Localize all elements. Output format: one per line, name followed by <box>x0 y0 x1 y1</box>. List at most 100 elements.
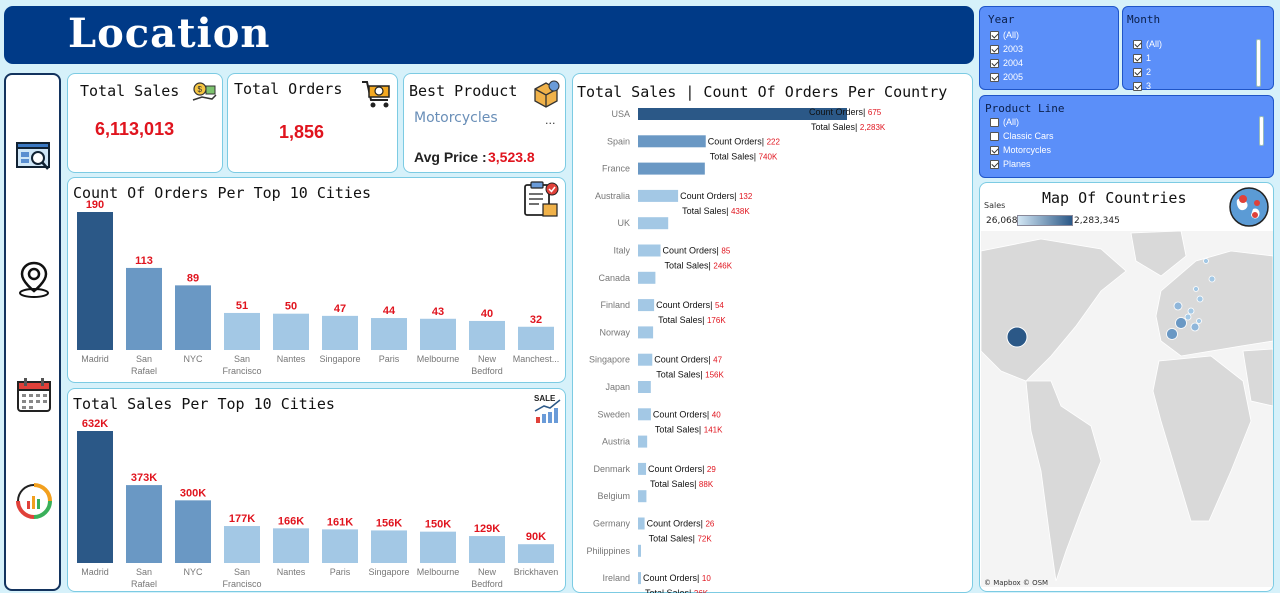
country-bar[interactable] <box>638 572 641 585</box>
country-bar[interactable] <box>638 326 654 339</box>
bar-1-4[interactable] <box>273 313 309 350</box>
category-label: Francisco <box>222 366 261 376</box>
year-filter: Year (All) 2003 2004 2005 <box>979 6 1119 90</box>
checkbox[interactable] <box>990 159 999 169</box>
country-bar[interactable] <box>638 244 661 257</box>
bar-1-2[interactable] <box>175 285 211 350</box>
country-label: Norway <box>599 327 630 337</box>
checkbox[interactable] <box>1133 81 1142 91</box>
country-bar[interactable] <box>638 162 705 175</box>
bar-2-9[interactable] <box>518 544 554 563</box>
filter-option[interactable]: (All) <box>990 117 1019 127</box>
bar-2-1[interactable] <box>126 485 162 563</box>
bar-2-3[interactable] <box>224 526 260 563</box>
country-bar[interactable] <box>638 189 679 202</box>
more-options-icon[interactable]: ... <box>545 114 556 127</box>
category-label: Madrid <box>81 354 109 364</box>
month-filter-scrollbar[interactable] <box>1256 39 1261 87</box>
bar-1-6[interactable] <box>371 318 407 350</box>
bar-1-0[interactable] <box>77 212 113 350</box>
category-label: Brickhaven <box>514 567 559 577</box>
checkbox[interactable] <box>1133 67 1142 77</box>
country-label: Philippines <box>586 546 630 556</box>
bar-value-label: 89 <box>187 272 199 284</box>
country-bar[interactable] <box>638 435 648 448</box>
kpi-total-sales-value: 6,113,013 <box>95 119 175 139</box>
world-map[interactable] <box>981 231 1273 587</box>
checkbox[interactable] <box>1133 53 1142 63</box>
product-line-scrollbar[interactable] <box>1259 116 1264 146</box>
bar-2-4[interactable] <box>273 528 309 563</box>
category-label: San <box>234 354 250 364</box>
bar-2-6[interactable] <box>371 530 407 563</box>
filter-option[interactable]: 3 <box>1133 81 1151 91</box>
bar-1-8[interactable] <box>469 320 505 350</box>
calendar-icon[interactable] <box>14 375 54 415</box>
checkbox[interactable] <box>1133 39 1142 49</box>
bar-2-5[interactable] <box>322 529 358 563</box>
filter-option-label: (All) <box>1146 39 1162 49</box>
bar-2-8[interactable] <box>469 536 505 563</box>
filter-option-label: 2 <box>1146 67 1152 77</box>
category-label: San <box>136 567 152 577</box>
best-product-value: Motorcycles <box>414 110 498 126</box>
country-bar[interactable] <box>638 353 653 366</box>
bar-value-label: 161K <box>327 516 353 528</box>
filter-option[interactable]: Classic Cars <box>990 131 1054 141</box>
category-label: Nantes <box>277 354 306 364</box>
bar-1-7[interactable] <box>420 318 456 350</box>
country-sales-orders-chart-card: Total Sales | Count Of Orders Per Countr… <box>572 73 973 593</box>
filter-option[interactable]: 2005 <box>990 72 1023 82</box>
country-bar[interactable] <box>638 408 651 421</box>
country-bar[interactable] <box>638 271 656 284</box>
checkbox[interactable] <box>990 58 999 68</box>
filter-option[interactable]: Planes <box>990 159 1031 169</box>
bar-1-1[interactable] <box>126 267 162 350</box>
bar-2-2[interactable] <box>175 500 211 563</box>
kpi-total-orders-value: 1,856 <box>279 122 325 142</box>
checkbox[interactable] <box>990 131 999 141</box>
dashboard-overview-icon[interactable] <box>14 137 54 177</box>
bar-2-0[interactable] <box>77 431 113 563</box>
checkbox[interactable] <box>990 44 999 54</box>
country-bar[interactable] <box>638 217 669 230</box>
filter-option-label: (All) <box>1003 117 1019 127</box>
country-bar[interactable] <box>638 462 647 475</box>
filter-option-label: 3 <box>1146 81 1152 91</box>
bar-value-label: 190 <box>86 199 104 211</box>
money-hand-icon: $ <box>190 80 218 108</box>
filter-option[interactable]: 2003 <box>990 44 1023 54</box>
filter-option[interactable]: 2004 <box>990 58 1023 68</box>
filter-option[interactable]: 1 <box>1133 53 1151 63</box>
filter-option-label: Motorcycles <box>1003 145 1052 155</box>
checkbox[interactable] <box>990 72 999 82</box>
category-label: NYC <box>183 567 203 577</box>
total-sales-annotation: Total Sales| 740K <box>710 151 778 161</box>
bar-2-7[interactable] <box>420 531 456 563</box>
country-bar[interactable] <box>638 381 651 393</box>
kpi-total-orders-card: Total Orders 1,856 <box>227 73 398 173</box>
location-pin-icon[interactable] <box>14 259 54 299</box>
country-bar[interactable] <box>638 544 641 557</box>
category-label: New <box>478 567 497 577</box>
filter-option[interactable]: 2 <box>1133 67 1151 77</box>
year-filter-title: Year <box>988 13 1015 26</box>
bar-value-label: 90K <box>526 531 546 543</box>
bar-1-3[interactable] <box>224 312 260 350</box>
country-bar[interactable] <box>638 135 706 148</box>
country-bar[interactable] <box>638 490 647 503</box>
country-bar[interactable] <box>638 299 655 312</box>
country-bar[interactable] <box>638 517 645 530</box>
checkbox[interactable] <box>990 30 999 40</box>
bar-1-9[interactable] <box>518 326 554 350</box>
checkbox[interactable] <box>990 145 999 155</box>
globe-pin-icon <box>1227 185 1271 229</box>
filter-option[interactable]: Motorcycles <box>990 145 1051 155</box>
filter-option[interactable]: (All) <box>990 30 1019 40</box>
checkbox[interactable] <box>990 117 999 127</box>
filter-option[interactable]: (All) <box>1133 39 1162 49</box>
count-orders-annotation: Count Orders| 40 <box>653 409 721 419</box>
category-label: Singapore <box>368 567 409 577</box>
bar-1-5[interactable] <box>322 315 358 350</box>
analytics-chart-icon[interactable] <box>14 481 54 521</box>
